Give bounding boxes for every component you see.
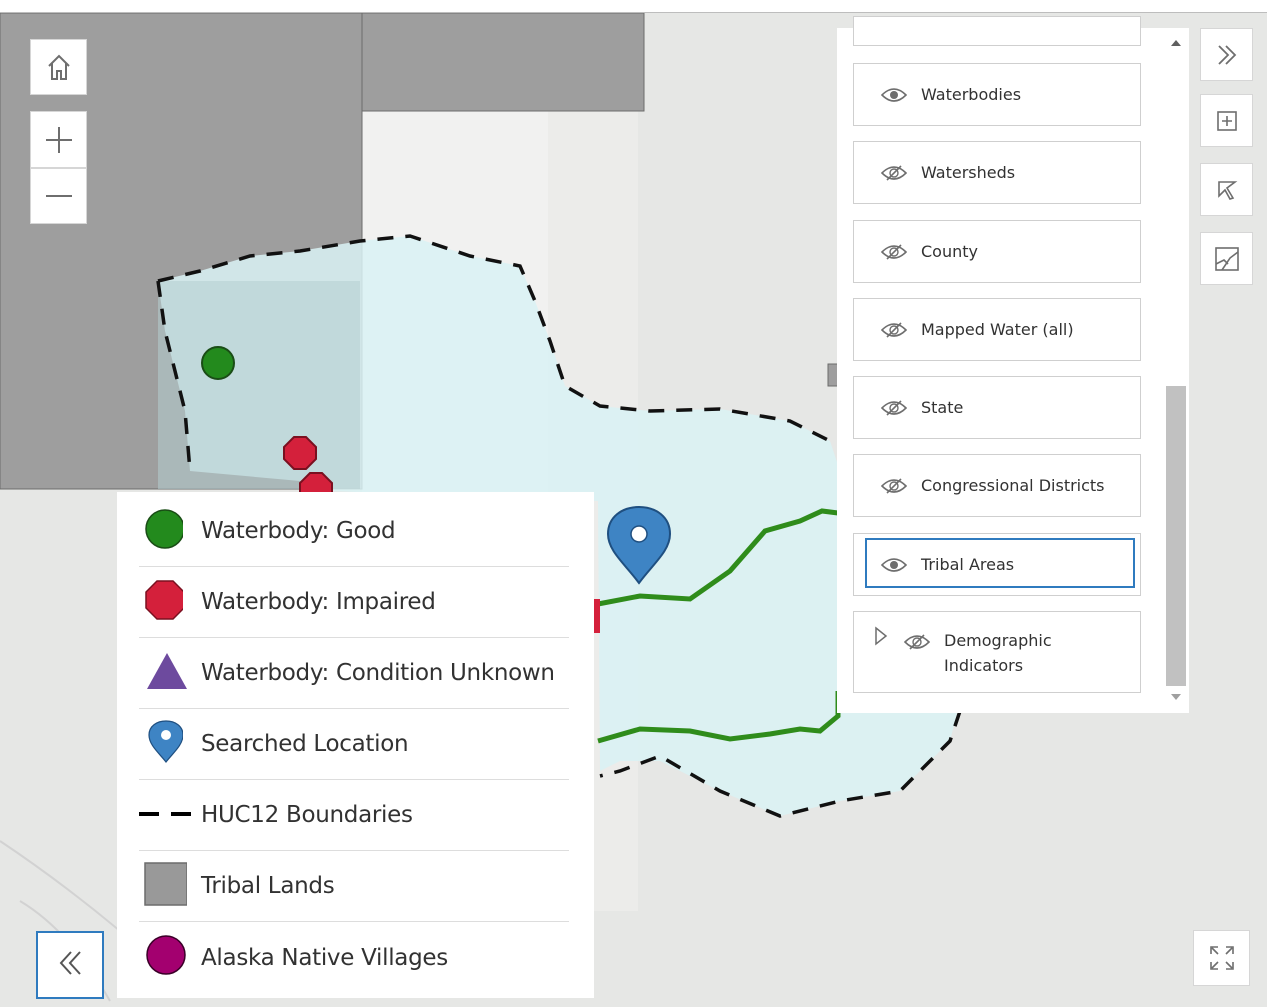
dashed-line-icon (139, 806, 195, 824)
location-pin-icon (139, 719, 184, 769)
legend-label: Searched Location (201, 731, 409, 757)
add-layer-button[interactable] (1200, 94, 1253, 147)
eye-off-icon[interactable] (881, 398, 909, 418)
layer-item-congressional-districts[interactable]: Congressional Districts (853, 454, 1141, 517)
layer-list-panel[interactable]: Waterbodies Watersheds County Mapped Wat… (837, 16, 1189, 713)
zoom-in-button[interactable] (30, 111, 87, 168)
select-button[interactable] (1200, 163, 1253, 216)
scrollbar-thumb[interactable] (1166, 386, 1186, 686)
legend-label: Waterbody: Impaired (201, 589, 436, 615)
caret-right-icon[interactable] (874, 626, 888, 651)
zoom-out-button[interactable] (30, 168, 87, 224)
legend-label: Waterbody: Good (201, 518, 396, 544)
eye-off-icon[interactable] (881, 163, 909, 183)
layer-item-watersheds[interactable]: Watersheds (853, 141, 1141, 204)
home-button[interactable] (30, 39, 87, 95)
layer-item-mapped-water[interactable]: Mapped Water (all) (853, 298, 1141, 361)
layer-label: Watersheds (921, 163, 1016, 182)
minus-icon (44, 193, 74, 199)
layer-label: Demographic Indicators (944, 631, 1052, 675)
legend-item: Waterbody: Condition Unknown (139, 638, 569, 709)
legend-label: Waterbody: Condition Unknown (201, 660, 555, 686)
layer-item-tribal-areas[interactable]: Tribal Areas (853, 533, 1141, 596)
layer-item-county[interactable]: County (853, 220, 1141, 283)
fullscreen-icon (1209, 945, 1235, 971)
legend-item: Searched Location (139, 709, 569, 780)
collapse-panel-button[interactable] (1200, 28, 1253, 81)
legend-item: Waterbody: Impaired (139, 567, 569, 638)
legend-item: Tribal Lands (139, 851, 569, 922)
legend-label: HUC12 Boundaries (201, 802, 413, 828)
layer-label: Waterbodies (921, 85, 1022, 104)
legend-item: HUC12 Boundaries (139, 780, 569, 851)
layer-label: Mapped Water (all) (921, 320, 1074, 339)
basemap-button[interactable] (1200, 232, 1253, 285)
eye-icon[interactable] (881, 85, 909, 105)
plus-icon (44, 125, 74, 155)
focus-ring (865, 538, 1135, 588)
magenta-circle-icon (139, 933, 187, 982)
layer-item-state[interactable]: State (853, 376, 1141, 439)
home-icon (45, 52, 73, 82)
collapse-legend-button[interactable] (36, 931, 104, 999)
layer-item-demographic-indicators[interactable]: Demographic Indicators (853, 611, 1141, 693)
green-circle-icon (139, 507, 185, 556)
gray-square-icon (139, 861, 188, 911)
layer-item-partial[interactable] (853, 16, 1141, 46)
basemap-icon (1214, 246, 1240, 272)
legend-label: Alaska Native Villages (201, 944, 448, 971)
legend-panel: Waterbody: Good Waterbody: Impaired Wate… (117, 492, 594, 998)
eye-off-icon[interactable] (904, 632, 932, 652)
eye-off-icon[interactable] (881, 476, 909, 496)
eye-off-icon[interactable] (881, 242, 909, 262)
select-icon (1215, 178, 1239, 202)
layer-item-waterbodies[interactable]: Waterbodies (853, 63, 1141, 126)
purple-triangle-icon (139, 649, 187, 698)
layer-label: County (921, 242, 978, 261)
legend-item: Alaska Native Villages (139, 922, 569, 993)
legend-item: Waterbody: Good (139, 496, 569, 567)
add-layer-icon (1215, 109, 1239, 133)
legend-label: Tribal Lands (201, 873, 335, 899)
layer-label: State (921, 398, 964, 417)
eye-off-icon[interactable] (881, 320, 909, 340)
fullscreen-button[interactable] (1193, 930, 1250, 986)
red-octagon-icon (139, 578, 185, 627)
double-chevron-right-icon (1215, 43, 1239, 67)
layer-label: Congressional Districts (921, 476, 1105, 495)
double-chevron-left-icon (55, 948, 85, 983)
